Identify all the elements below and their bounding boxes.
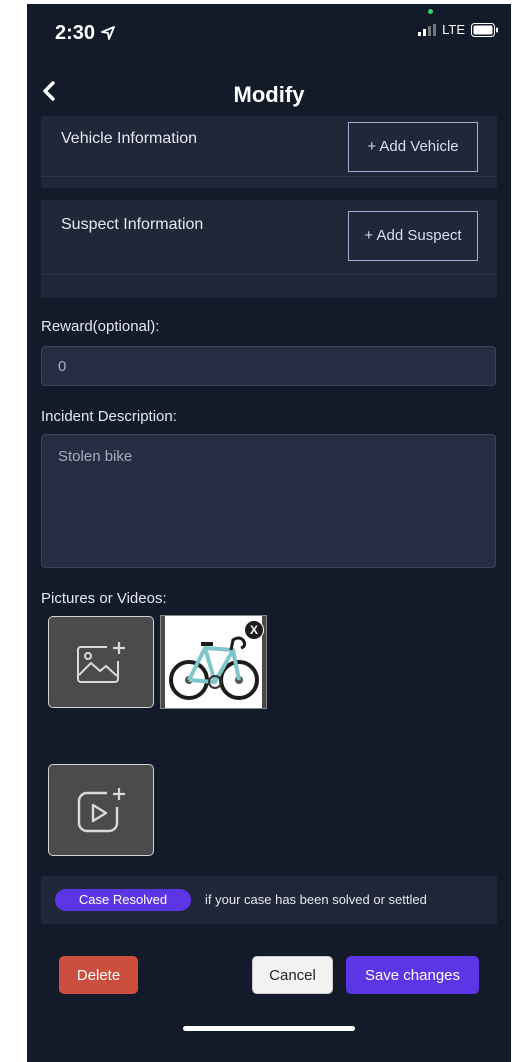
network-label: LTE — [442, 22, 465, 37]
suspect-section: Suspect Information + Add Suspect — [41, 200, 497, 298]
vehicle-label: Vehicle Information — [61, 130, 198, 147]
remove-photo-button[interactable]: X — [244, 620, 264, 640]
app-screen: 2:30 LTE Modify Vehicle Information + Ad… — [27, 4, 511, 1062]
add-video-button[interactable] — [48, 764, 154, 856]
reward-label: Reward(optional): — [41, 318, 160, 335]
signal-icon — [418, 23, 437, 36]
location-arrow-icon — [100, 26, 115, 40]
vehicle-section: Vehicle Information + Add Vehicle — [41, 116, 497, 188]
description-label: Incident Description: — [41, 408, 177, 425]
media-label: Pictures or Videos: — [41, 590, 167, 607]
suspect-label: Suspect Information — [61, 216, 204, 233]
status-right: LTE — [418, 22, 499, 37]
case-resolved-row: Case Resolved if your case has been solv… — [41, 876, 497, 924]
divider — [41, 176, 497, 177]
battery-icon — [471, 22, 498, 37]
description-textarea[interactable]: Stolen bike — [41, 434, 496, 568]
save-changes-button[interactable]: Save changes — [346, 956, 479, 994]
photo-edge — [161, 616, 165, 708]
page-title: Modify — [233, 82, 305, 107]
add-video-icon — [77, 788, 125, 833]
case-resolved-hint: if your case has been solved or settled — [205, 892, 427, 907]
add-vehicle-button[interactable]: + Add Vehicle — [348, 122, 478, 172]
privacy-indicator — [428, 9, 433, 14]
cancel-button[interactable]: Cancel — [252, 956, 333, 994]
add-suspect-button[interactable]: + Add Suspect — [348, 211, 478, 261]
delete-button[interactable]: Delete — [59, 956, 138, 994]
uploaded-photo-bike[interactable]: X — [160, 615, 267, 709]
home-indicator — [183, 1026, 355, 1031]
divider — [41, 274, 497, 275]
reward-input[interactable]: 0 — [41, 346, 496, 386]
status-time: 2:30 — [55, 22, 115, 45]
add-image-icon — [77, 642, 125, 683]
case-resolved-toggle[interactable]: Case Resolved — [55, 889, 191, 911]
status-time-text: 2:30 — [55, 22, 96, 44]
add-photo-button[interactable] — [48, 616, 154, 708]
